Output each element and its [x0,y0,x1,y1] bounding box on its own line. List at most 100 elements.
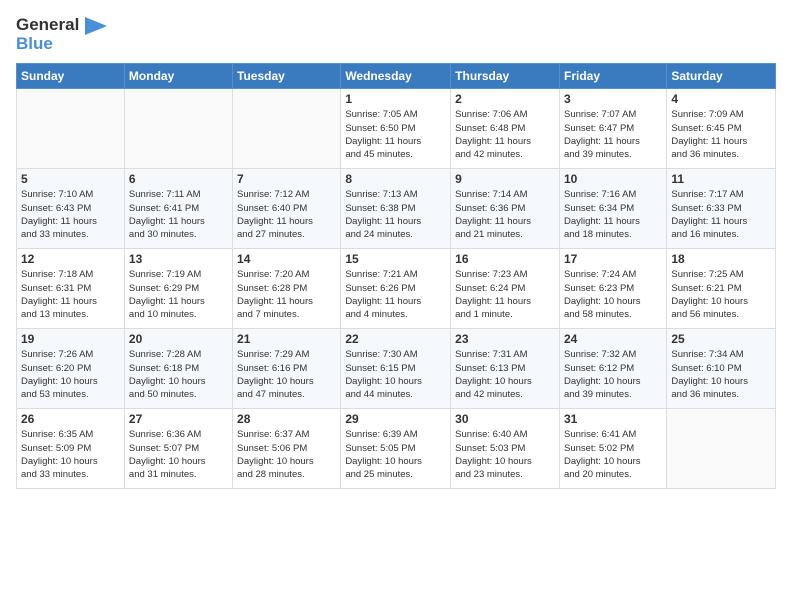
day-info: Sunrise: 7:29 AM Sunset: 6:16 PM Dayligh… [237,348,336,401]
weekday-header-row: SundayMondayTuesdayWednesdayThursdayFrid… [17,64,776,89]
logo: General Blue [16,16,107,53]
calendar-cell: 2 Sunrise: 7:06 AM Sunset: 6:48 PM Daylig… [451,89,560,169]
calendar-cell: 7 Sunrise: 7:12 AM Sunset: 6:40 PM Daylig… [233,169,341,249]
day-number: 5 [21,172,120,186]
calendar-cell: 26Sunrise: 6:35 AM Sunset: 5:09 PM Dayli… [17,409,125,489]
day-info: Sunrise: 7:14 AM Sunset: 6:36 PM Dayligh… [455,188,555,241]
day-number: 31 [564,412,662,426]
calendar-cell: 16Sunrise: 7:23 AM Sunset: 6:24 PM Dayli… [451,249,560,329]
calendar-cell: 15 Sunrise: 7:21 AM Sunset: 6:26 PM Dayli… [341,249,451,329]
day-info: Sunrise: 7:21 AM Sunset: 6:26 PM Dayligh… [345,268,446,321]
day-number: 6 [129,172,228,186]
day-info: Sunrise: 7:17 AM Sunset: 6:33 PM Dayligh… [671,188,771,241]
logo-arrow-icon [85,17,107,35]
day-info: Sunrise: 7:19 AM Sunset: 6:29 PM Dayligh… [129,268,228,321]
day-number: 29 [345,412,446,426]
calendar-cell: 12 Sunrise: 7:18 AM Sunset: 6:31 PM Dayli… [17,249,125,329]
day-info: Sunrise: 6:40 AM Sunset: 5:03 PM Dayligh… [455,428,555,481]
calendar-cell: 9 Sunrise: 7:14 AM Sunset: 6:36 PM Daylig… [451,169,560,249]
day-number: 30 [455,412,555,426]
day-info: Sunrise: 6:37 AM Sunset: 5:06 PM Dayligh… [237,428,336,481]
calendar-cell: 18 Sunrise: 7:25 AM Sunset: 6:21 PM Dayli… [667,249,776,329]
calendar-week-row: 12 Sunrise: 7:18 AM Sunset: 6:31 PM Dayli… [17,249,776,329]
day-info: Sunrise: 7:25 AM Sunset: 6:21 PM Dayligh… [671,268,771,321]
calendar-cell: 29 Sunrise: 6:39 AM Sunset: 5:05 PM Dayli… [341,409,451,489]
day-number: 9 [455,172,555,186]
logo-wordmark: General Blue [16,16,107,53]
day-info: Sunrise: 7:10 AM Sunset: 6:43 PM Dayligh… [21,188,120,241]
day-number: 1 [345,92,446,106]
day-number: 14 [237,252,336,266]
day-number: 2 [455,92,555,106]
calendar-cell: 11Sunrise: 7:17 AM Sunset: 6:33 PM Dayli… [667,169,776,249]
day-number: 19 [21,332,120,346]
calendar-cell: 13Sunrise: 7:19 AM Sunset: 6:29 PM Dayli… [124,249,232,329]
calendar-week-row: 19 Sunrise: 7:26 AM Sunset: 6:20 PM Dayli… [17,329,776,409]
calendar-cell: 14Sunrise: 7:20 AM Sunset: 6:28 PM Dayli… [233,249,341,329]
day-number: 7 [237,172,336,186]
day-info: Sunrise: 7:12 AM Sunset: 6:40 PM Dayligh… [237,188,336,241]
calendar-cell: 4 Sunrise: 7:09 AM Sunset: 6:45 PM Daylig… [667,89,776,169]
day-number: 8 [345,172,446,186]
day-number: 22 [345,332,446,346]
logo-general: General [16,15,79,34]
weekday-header-tuesday: Tuesday [233,64,341,89]
day-info: Sunrise: 7:09 AM Sunset: 6:45 PM Dayligh… [671,108,771,161]
day-number: 25 [671,332,771,346]
header: General Blue [16,16,776,53]
weekday-header-saturday: Saturday [667,64,776,89]
day-number: 21 [237,332,336,346]
calendar-cell: 21 Sunrise: 7:29 AM Sunset: 6:16 PM Dayli… [233,329,341,409]
calendar-week-row: 1 Sunrise: 7:05 AM Sunset: 6:50 PM Daylig… [17,89,776,169]
weekday-header-wednesday: Wednesday [341,64,451,89]
day-info: Sunrise: 7:13 AM Sunset: 6:38 PM Dayligh… [345,188,446,241]
day-info: Sunrise: 7:34 AM Sunset: 6:10 PM Dayligh… [671,348,771,401]
day-info: Sunrise: 6:41 AM Sunset: 5:02 PM Dayligh… [564,428,662,481]
day-number: 16 [455,252,555,266]
weekday-header-friday: Friday [559,64,666,89]
calendar-cell: 20Sunrise: 7:28 AM Sunset: 6:18 PM Dayli… [124,329,232,409]
day-number: 10 [564,172,662,186]
day-info: Sunrise: 7:31 AM Sunset: 6:13 PM Dayligh… [455,348,555,401]
day-number: 17 [564,252,662,266]
day-number: 12 [21,252,120,266]
calendar-cell: 31 Sunrise: 6:41 AM Sunset: 5:02 PM Dayli… [559,409,666,489]
weekday-header-thursday: Thursday [451,64,560,89]
day-number: 3 [564,92,662,106]
day-info: Sunrise: 6:36 AM Sunset: 5:07 PM Dayligh… [129,428,228,481]
calendar-cell: 30 Sunrise: 6:40 AM Sunset: 5:03 PM Dayli… [451,409,560,489]
calendar-cell: 28Sunrise: 6:37 AM Sunset: 5:06 PM Dayli… [233,409,341,489]
calendar-cell: 6Sunrise: 7:11 AM Sunset: 6:41 PM Daylig… [124,169,232,249]
calendar-cell [667,409,776,489]
calendar-cell: 17Sunrise: 7:24 AM Sunset: 6:23 PM Dayli… [559,249,666,329]
calendar-cell: 1 Sunrise: 7:05 AM Sunset: 6:50 PM Daylig… [341,89,451,169]
calendar-cell: 25 Sunrise: 7:34 AM Sunset: 6:10 PM Dayli… [667,329,776,409]
calendar-cell: 19 Sunrise: 7:26 AM Sunset: 6:20 PM Dayli… [17,329,125,409]
day-number: 18 [671,252,771,266]
day-info: Sunrise: 7:16 AM Sunset: 6:34 PM Dayligh… [564,188,662,241]
calendar-cell: 8 Sunrise: 7:13 AM Sunset: 6:38 PM Daylig… [341,169,451,249]
calendar-cell [17,89,125,169]
calendar-week-row: 26Sunrise: 6:35 AM Sunset: 5:09 PM Dayli… [17,409,776,489]
calendar-cell: 24 Sunrise: 7:32 AM Sunset: 6:12 PM Dayli… [559,329,666,409]
weekday-header-sunday: Sunday [17,64,125,89]
calendar-cell: 23Sunrise: 7:31 AM Sunset: 6:13 PM Dayli… [451,329,560,409]
day-number: 4 [671,92,771,106]
calendar-cell [233,89,341,169]
day-number: 15 [345,252,446,266]
day-number: 26 [21,412,120,426]
calendar-cell: 5 Sunrise: 7:10 AM Sunset: 6:43 PM Daylig… [17,169,125,249]
day-info: Sunrise: 6:39 AM Sunset: 5:05 PM Dayligh… [345,428,446,481]
day-info: Sunrise: 7:32 AM Sunset: 6:12 PM Dayligh… [564,348,662,401]
day-info: Sunrise: 7:28 AM Sunset: 6:18 PM Dayligh… [129,348,228,401]
day-number: 24 [564,332,662,346]
day-info: Sunrise: 7:07 AM Sunset: 6:47 PM Dayligh… [564,108,662,161]
page-container: General Blue SundayMondayTuesdayWednesda… [0,0,792,612]
day-info: Sunrise: 7:06 AM Sunset: 6:48 PM Dayligh… [455,108,555,161]
calendar-cell: 10 Sunrise: 7:16 AM Sunset: 6:34 PM Dayli… [559,169,666,249]
day-info: Sunrise: 7:05 AM Sunset: 6:50 PM Dayligh… [345,108,446,161]
calendar-cell: 22Sunrise: 7:30 AM Sunset: 6:15 PM Dayli… [341,329,451,409]
calendar-cell: 27Sunrise: 6:36 AM Sunset: 5:07 PM Dayli… [124,409,232,489]
day-info: Sunrise: 7:18 AM Sunset: 6:31 PM Dayligh… [21,268,120,321]
day-info: Sunrise: 7:26 AM Sunset: 6:20 PM Dayligh… [21,348,120,401]
